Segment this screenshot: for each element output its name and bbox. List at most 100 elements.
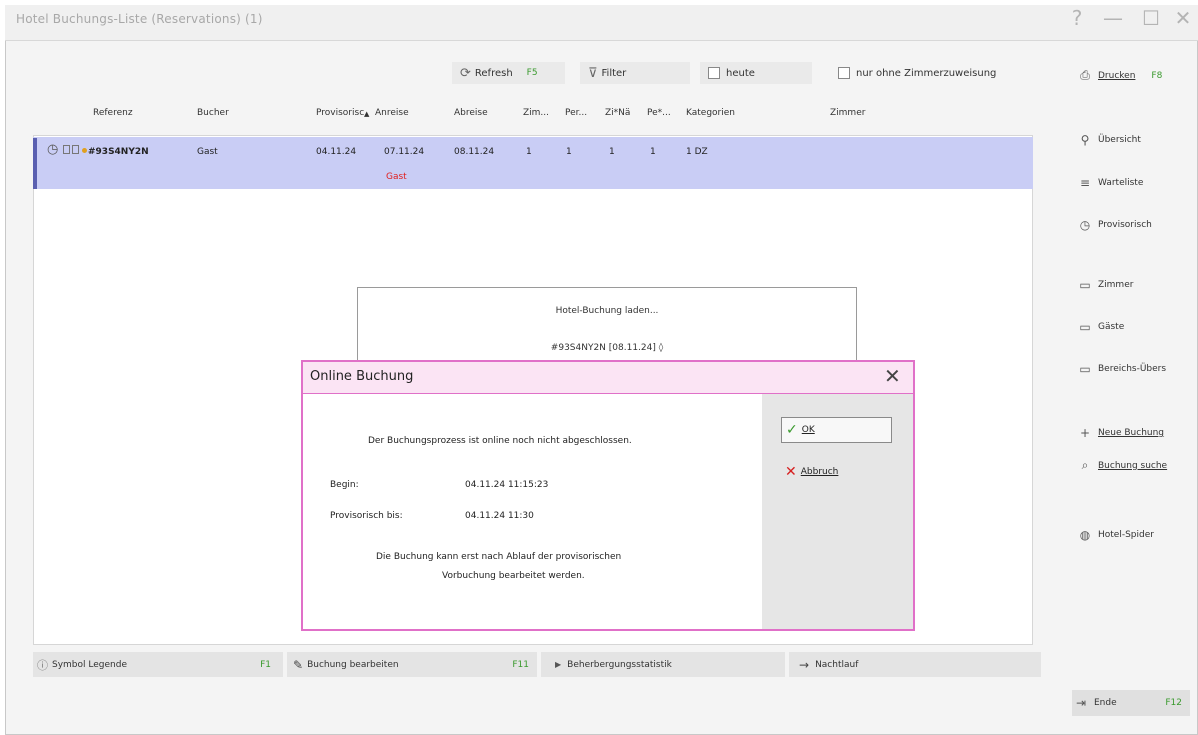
overview-label: Übersicht — [1098, 135, 1141, 145]
new-booking-label: Neue Buchung — [1098, 428, 1165, 438]
dialog-title: Online Buchung — [310, 369, 414, 384]
column-header-categories[interactable]: Kategorien — [686, 108, 735, 118]
column-header-person-nights[interactable]: Pe*... — [647, 108, 671, 118]
window-icon: ▭ — [1079, 320, 1091, 334]
row-rooms: 1 — [526, 147, 532, 157]
row-persons: 1 — [566, 147, 572, 157]
column-header-arrival[interactable]: Anreise — [375, 108, 409, 118]
cancel-label: Abbruch — [800, 467, 839, 477]
loading-text: Hotel-Buchung laden... — [555, 306, 659, 316]
phone-icon — [63, 145, 70, 154]
maximize-button[interactable]: ☐ — [1136, 6, 1166, 30]
no-room-label: nur ohne Zimmerzuweisung — [856, 67, 997, 79]
exit-icon: ⇥ — [1075, 696, 1087, 710]
provisional-panel-label: Provisorisch — [1098, 220, 1152, 230]
window-title: Hotel Buchungs-Liste (Reservations) (1) — [16, 12, 263, 26]
refresh-label: Refresh — [474, 67, 513, 79]
list-icon: ≡ — [1079, 176, 1091, 190]
cancel-x-icon: ✕ — [785, 464, 797, 480]
symbol-legend-button[interactable]: ⓘ Symbol Legende F1 — [33, 652, 283, 677]
today-checkbox[interactable]: heute — [700, 62, 812, 84]
rooms-label: Zimmer — [1098, 280, 1134, 290]
today-checkbox-box[interactable] — [708, 67, 720, 79]
row-person-nights: 1 — [650, 147, 656, 157]
clock-icon: ◷ — [1079, 218, 1091, 232]
filter-button[interactable]: ⊽ Filter — [580, 62, 690, 84]
table-row[interactable] — [33, 137, 1033, 189]
night-audit-button[interactable]: → Nachtlauf — [789, 652, 1041, 677]
filter-label: Filter — [601, 67, 627, 79]
sort-ascending-icon: ▲ — [364, 110, 370, 118]
minimize-button[interactable]: — — [1098, 6, 1128, 30]
guests-button[interactable]: ▭ Gäste — [1076, 320, 1124, 334]
play-icon: ▶ — [555, 660, 562, 669]
row-provisional: 04.11.24 — [316, 147, 357, 157]
waitlist-label: Warteliste — [1098, 178, 1144, 188]
close-window-button[interactable]: ✕ — [1168, 6, 1198, 30]
rooms-button[interactable]: ▭ Zimmer — [1076, 278, 1133, 292]
info-icon: ⓘ — [37, 658, 48, 672]
dialog-close-icon[interactable]: ✕ — [884, 364, 901, 388]
arrow-right-icon: → — [799, 657, 810, 672]
guests-label: Gäste — [1098, 322, 1125, 332]
provisional-button[interactable]: ◷ Provisorisch — [1076, 218, 1152, 232]
loading-reference: #93S4NY2N [08.11.24] ◊ — [550, 343, 664, 353]
key-icon: ⚲ — [1080, 133, 1090, 147]
row-guest-label: Gast — [386, 172, 407, 182]
refresh-icon: ⟳ — [460, 65, 471, 81]
overview-button[interactable]: ⚲ Übersicht — [1076, 133, 1141, 147]
row-reference: #93S4NY2N — [88, 147, 149, 157]
search-booking-label: Buchung suche — [1098, 460, 1168, 471]
search-booking-button[interactable]: ⌕ Buchung suche — [1076, 458, 1167, 473]
column-header-room[interactable]: Zimmer — [830, 108, 865, 118]
column-header-departure[interactable]: Abreise — [454, 108, 488, 118]
statistics-label: Beherbergungsstatistik — [567, 659, 672, 670]
end-hotkey: F12 — [1165, 698, 1182, 708]
area-overview-button[interactable]: ▭ Bereichs-Übers — [1076, 362, 1166, 376]
end-button[interactable]: ⇥ Ende F12 — [1072, 690, 1190, 716]
column-header-provisional[interactable]: Provisorisc — [316, 108, 364, 118]
begin-value: 04.11.24 11:15:23 — [465, 480, 549, 490]
column-header-rooms[interactable]: Zim... — [523, 108, 549, 118]
accommodation-statistics-button[interactable]: ▶ Beherbergungsstatistik — [541, 652, 785, 677]
column-header-reference[interactable]: Referenz — [93, 108, 133, 118]
hotel-spider-button[interactable]: ◍ Hotel-Spider — [1076, 528, 1154, 542]
row-arrival: 07.11.24 — [384, 147, 425, 157]
row-status-marker — [33, 138, 37, 189]
print-hotkey: F8 — [1151, 70, 1163, 81]
checkmark-icon: ✓ — [786, 422, 798, 438]
cancel-button[interactable]: ✕ Abbruch — [781, 462, 838, 482]
ok-button[interactable]: ✓ OK — [781, 417, 892, 443]
row-categories: 1 DZ — [686, 147, 708, 157]
row-booker: Gast — [197, 147, 218, 157]
column-header-persons[interactable]: Per... — [565, 108, 587, 118]
symbol-legend-label: Symbol Legende — [52, 659, 127, 670]
clock-icon: ◷ — [47, 142, 59, 157]
hotel-spider-label: Hotel-Spider — [1098, 530, 1154, 540]
waitlist-button[interactable]: ≡ Warteliste — [1076, 176, 1143, 190]
no-room-checkbox-box[interactable] — [838, 67, 850, 79]
window-icon: ▭ — [1079, 362, 1091, 376]
filter-icon: ⊽ — [588, 65, 598, 81]
help-button[interactable]: ? — [1062, 6, 1092, 30]
column-header-booker[interactable]: Bucher — [197, 108, 229, 118]
refresh-button[interactable]: ⟳ Refresh F5 — [452, 62, 565, 84]
column-header-room-nights[interactable]: Zi*Nä — [605, 108, 630, 118]
row-departure: 08.11.24 — [454, 147, 495, 157]
refresh-hotkey: F5 — [526, 68, 538, 78]
row-room-nights: 1 — [609, 147, 615, 157]
no-room-checkbox[interactable]: nur ohne Zimmerzuweisung — [830, 62, 1020, 84]
globe-icon: ◍ — [1079, 528, 1091, 542]
printer-icon: ⎙ — [1080, 68, 1090, 82]
person-icon — [72, 145, 79, 154]
edit-booking-label: Buchung bearbeiten — [307, 659, 399, 670]
edit-booking-button[interactable]: ✎ Buchung bearbeiten F11 — [287, 652, 537, 677]
window-icon: ▭ — [1079, 278, 1091, 292]
area-overview-label: Bereichs-Übers — [1098, 364, 1167, 374]
end-label: Ende — [1094, 698, 1117, 708]
ok-label: OK — [801, 425, 815, 435]
new-booking-button[interactable]: + Neue Buchung — [1076, 426, 1164, 440]
print-button[interactable]: ⎙ Drucken F8 — [1076, 68, 1162, 83]
search-icon: ⌕ — [1081, 458, 1089, 472]
flag-dot-icon — [82, 148, 87, 153]
